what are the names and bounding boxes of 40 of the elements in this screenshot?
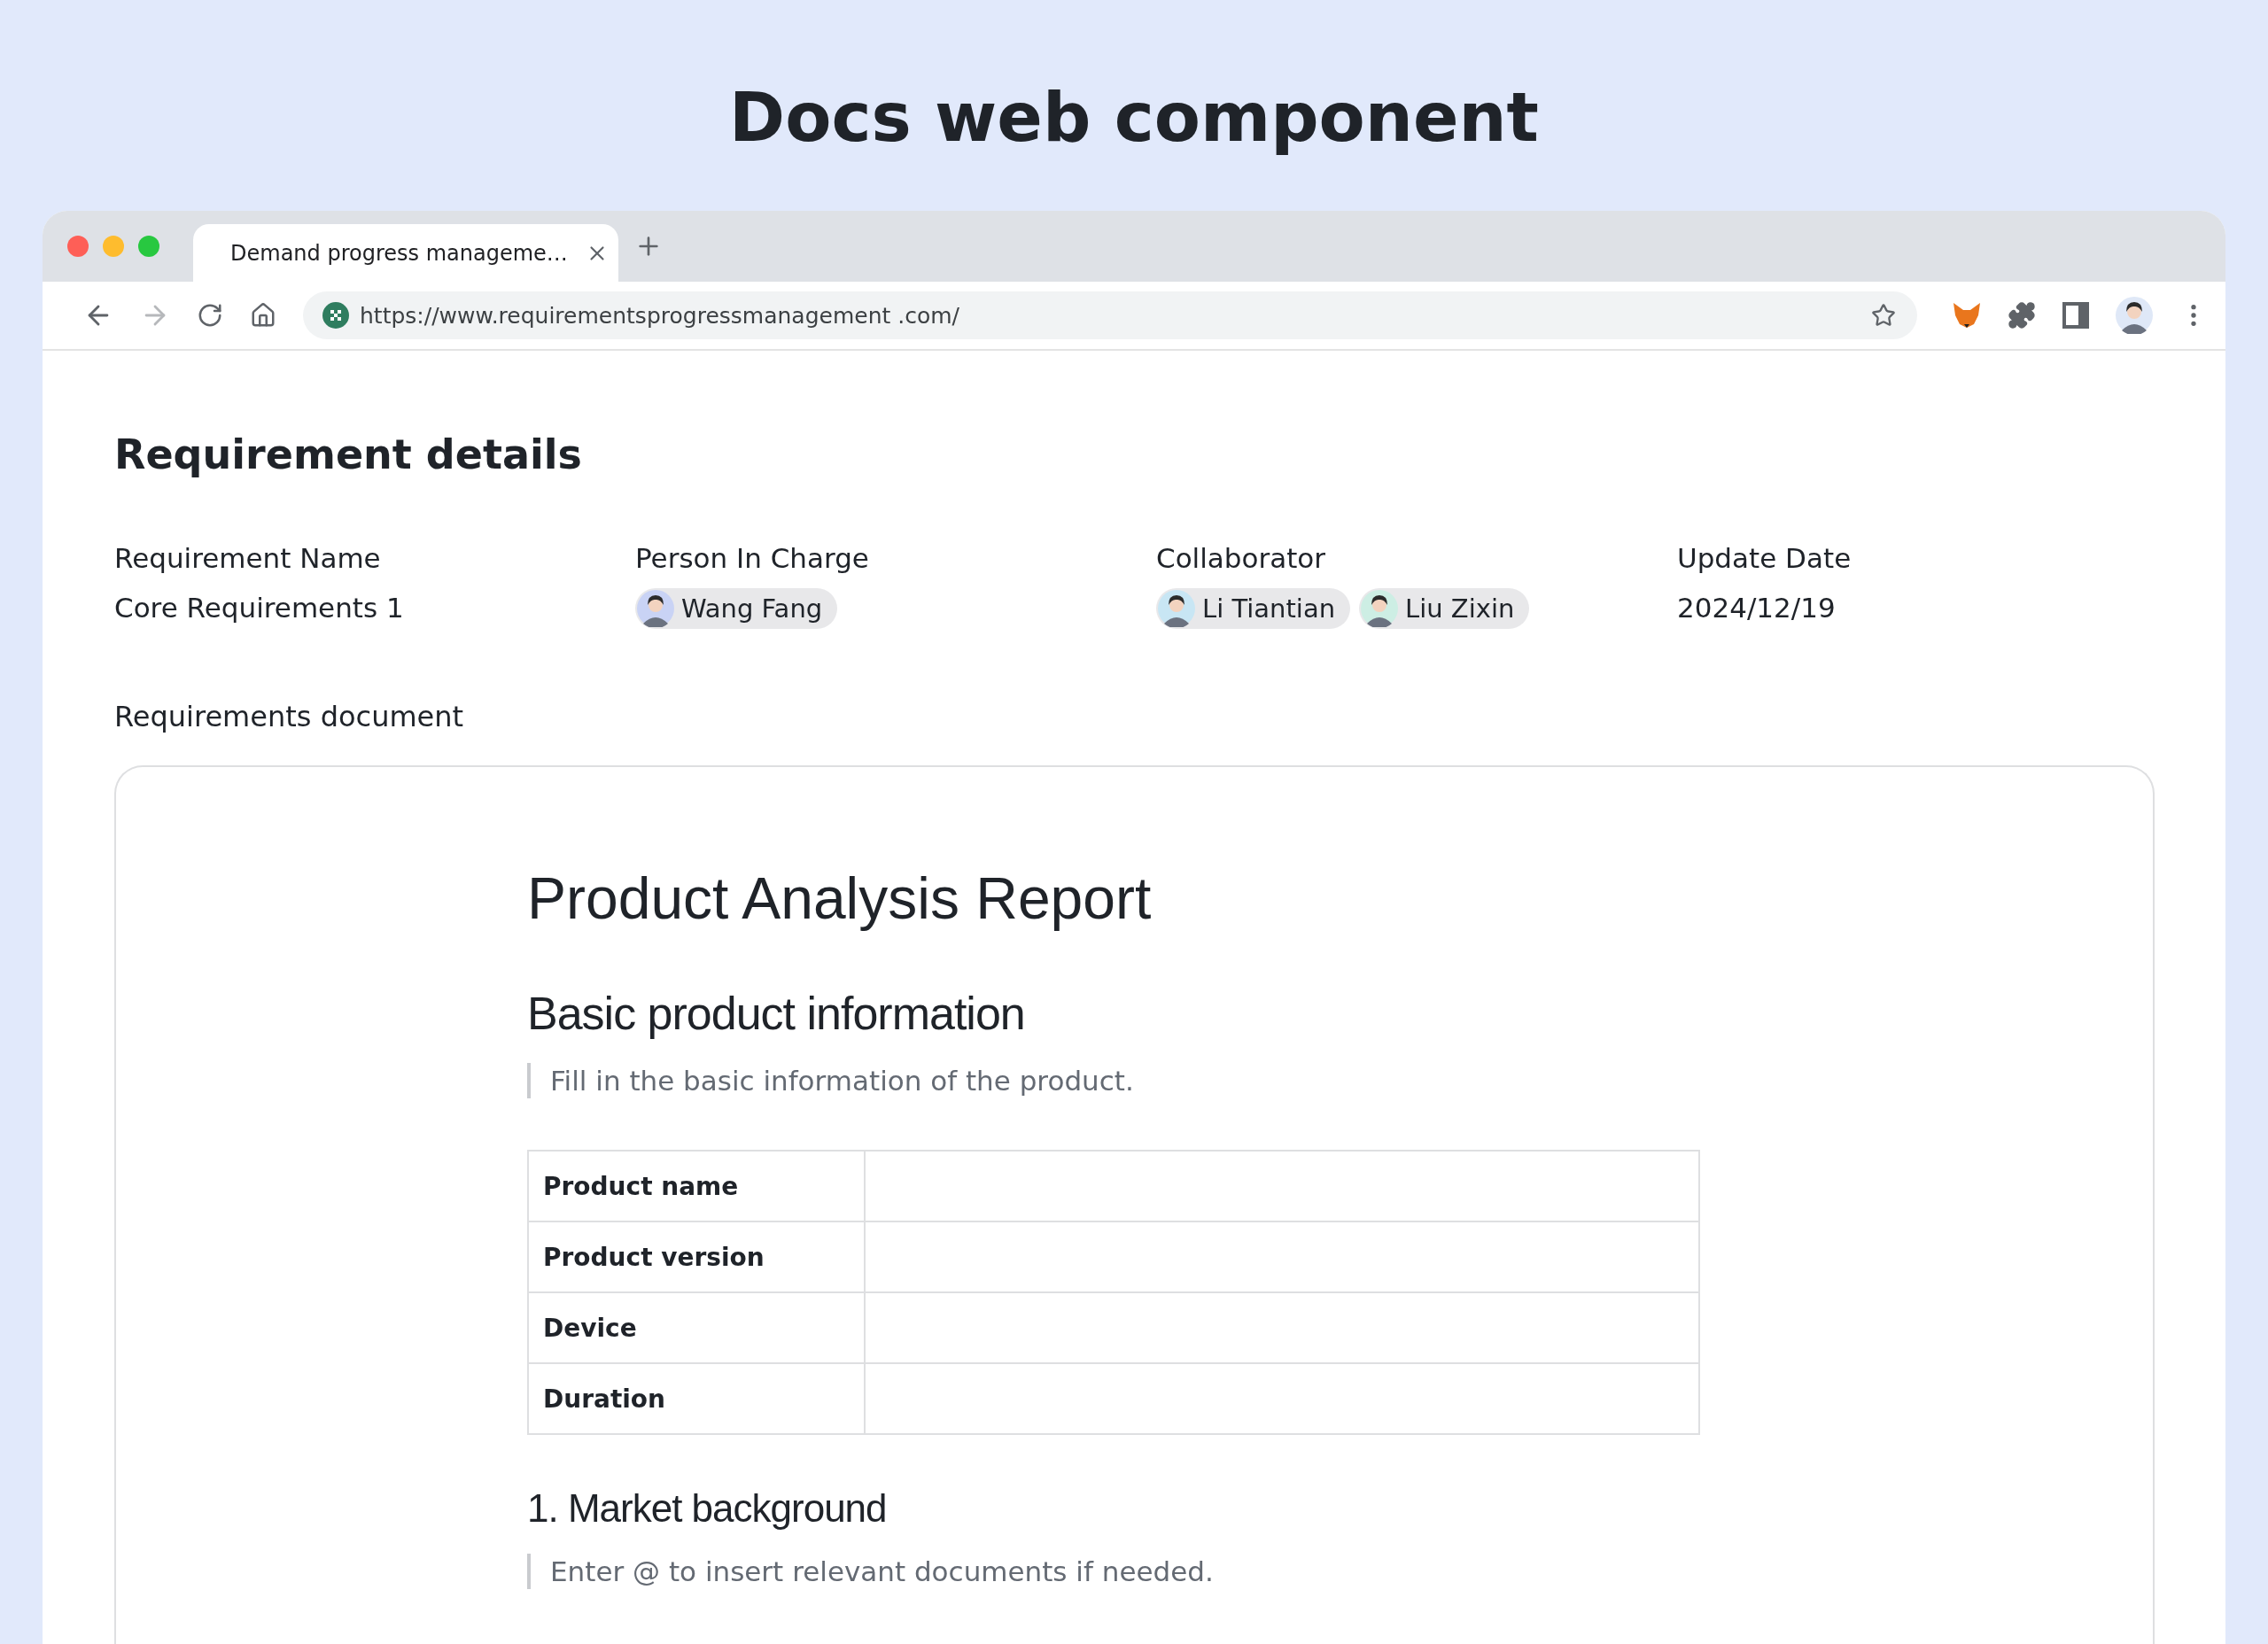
hint-quote: Enter @ to insert relevant documents if needed.: [527, 1554, 1214, 1589]
field-label: Person In Charge: [635, 541, 869, 576]
tab-title: Demand progress manageme…: [230, 240, 568, 266]
profile-avatar: [2116, 297, 2153, 334]
page-heading: Docs web component: [729, 78, 1539, 158]
reload-icon[interactable]: [197, 302, 223, 329]
site-icon: [322, 302, 349, 329]
field-label: Collaborator: [1156, 541, 1326, 576]
table-cell[interactable]: [866, 1152, 1700, 1222]
url-text: https://www.requirementsprogressmanagement .com/: [360, 302, 960, 329]
star-icon[interactable]: [1871, 303, 1896, 328]
person-chip[interactable]: Li Tiantian: [1156, 588, 1351, 629]
document-title: Product Analysis Report: [527, 865, 1152, 932]
table-cell[interactable]: [866, 1222, 1700, 1293]
person-avatar: [1361, 590, 1399, 627]
field-label: Requirement Name: [114, 541, 381, 576]
person-chip[interactable]: Wang Fang: [635, 588, 838, 629]
field-value: Core Requirements 1: [114, 591, 404, 625]
section-title: Requirement details: [114, 430, 583, 478]
table-header-cell: Duration: [529, 1364, 866, 1435]
table-header-cell: Product version: [529, 1222, 866, 1293]
person-avatar: [637, 590, 674, 627]
table-cell[interactable]: [866, 1364, 1700, 1435]
side-panel-icon[interactable]: [2062, 302, 2089, 329]
extensions-icon[interactable]: [2008, 301, 2036, 330]
document-heading: 1. Market background: [527, 1486, 887, 1531]
field-label: Requirements document: [114, 700, 464, 733]
field-label: Update Date: [1677, 541, 1852, 576]
document-heading: Basic product information: [527, 987, 1025, 1040]
table-cell[interactable]: [866, 1293, 1700, 1364]
person-chip[interactable]: Liu Zixin: [1359, 588, 1530, 629]
table-header-cell: Product name: [529, 1152, 866, 1222]
person-avatar: [1158, 590, 1195, 627]
address-bar[interactable]: https://www.requirementsprogressmanagement .com/: [303, 291, 1917, 339]
field-value: 2024/12/19: [1677, 591, 1836, 625]
table-header-cell: Device: [529, 1293, 866, 1364]
home-icon[interactable]: [250, 302, 276, 329]
fox-icon[interactable]: [1953, 303, 1981, 328]
hint-quote: Fill in the basic information of the product.: [527, 1063, 1134, 1098]
browser-tab[interactable]: Demand progress manageme…: [193, 224, 618, 282]
